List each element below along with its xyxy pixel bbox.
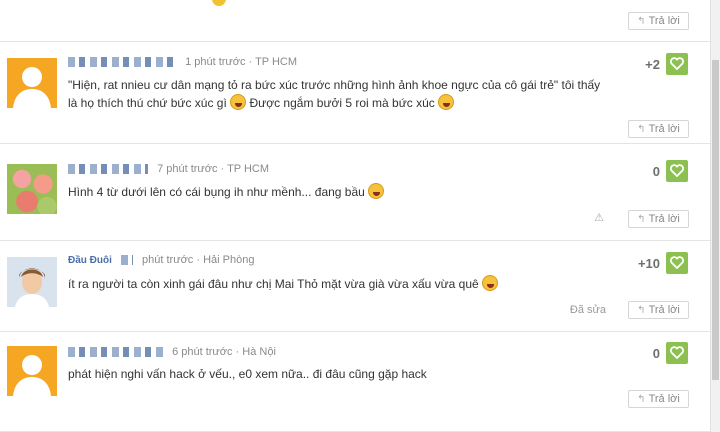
reply-button[interactable]: ↰ Trả lời [628, 12, 689, 30]
comment-meta: Đầu Đuôi phút trước · Hải Phòng [68, 254, 255, 266]
comment-item: 7 phút trước · TP HCM Hình 4 từ dưới lên… [0, 144, 710, 241]
reply-icon: ↰ [637, 123, 646, 135]
edited-label: Đã sửa [569, 304, 606, 316]
vote-score: 0 [652, 346, 660, 361]
commenter-name[interactable] [68, 164, 148, 175]
like-button[interactable] [666, 160, 688, 182]
scrollbar-thumb[interactable] [712, 60, 719, 380]
name-blur [120, 255, 133, 266]
reply-button[interactable]: ↰ Trả lời [628, 120, 689, 138]
heart-icon [670, 256, 684, 269]
report-warning-icon[interactable]: ⚠ [594, 211, 604, 224]
reply-button[interactable]: ↰ Trả lời [628, 301, 689, 319]
heart-icon [670, 164, 684, 177]
comment-location: TP HCM [227, 163, 270, 175]
comment-text: Hình 4 từ dưới lên có cái bụng ih như mề… [68, 183, 608, 201]
reply-icon: ↰ [637, 213, 646, 225]
comment-time: 7 phút trước [157, 163, 218, 175]
comment-meta: 7 phút trước · TP HCM [68, 163, 269, 175]
heart-icon [670, 57, 684, 70]
avatar[interactable] [7, 58, 57, 108]
laughing-emoji-icon [230, 94, 247, 110]
default-user-icon [13, 67, 51, 108]
comment-meta: 6 phút trước · Hà Nội [68, 346, 276, 358]
comment-item: Đầu Đuôi phút trước · Hải Phòng ít ra ng… [0, 241, 710, 332]
comment-location: Hải Phòng [203, 254, 255, 266]
reply-button[interactable]: ↰ Trả lời [628, 210, 689, 228]
comment-location: TP HCM [255, 56, 298, 68]
avatar[interactable] [7, 257, 57, 307]
vote-score: +2 [645, 57, 660, 72]
reply-button[interactable]: ↰ Trả lời [628, 390, 689, 408]
reply-icon: ↰ [637, 393, 646, 405]
laughing-emoji-icon [438, 94, 455, 110]
comment-text: phát hiện nghi vấn hack ở vếu., e0 xem n… [68, 367, 427, 381]
reply-icon: ↰ [637, 304, 646, 316]
reply-icon: ↰ [637, 15, 646, 27]
comment-location: Hà Nội [242, 346, 276, 358]
comment-time: phút trước [142, 254, 194, 266]
comment-text: "Hiện, rat nnieu cư dân mạng tỏ ra bức x… [68, 78, 601, 110]
comment-item: 6 phút trước · Hà Nội phát hiện nghi vấn… [0, 332, 710, 432]
vote-score: +10 [637, 256, 660, 271]
vote-score: 0 [652, 164, 660, 179]
grinning-emoji-icon [368, 183, 385, 199]
comment-time: 6 phút trước [172, 346, 233, 358]
previous-comment-tail: ↰ Trả lời [0, 0, 710, 42]
like-button[interactable] [666, 53, 688, 75]
tongue-emoji-icon [482, 275, 499, 291]
comment-time: 1 phút trước [185, 56, 246, 68]
commenter-name[interactable]: Đầu Đuôi [68, 255, 112, 266]
avatar[interactable] [7, 164, 57, 214]
comment-meta: 1 phút trước · TP HCM [68, 56, 297, 68]
avatar[interactable] [7, 346, 57, 396]
emoji-icon [212, 0, 226, 6]
commenter-name[interactable] [68, 347, 163, 358]
like-button[interactable] [666, 342, 688, 364]
user-photo-icon [7, 257, 57, 307]
heart-icon [670, 346, 684, 359]
scrollbar[interactable] [710, 0, 720, 432]
like-button[interactable] [666, 252, 688, 274]
comment-item: 1 phút trước · TP HCM "Hiện, rat nnieu c… [0, 42, 710, 144]
comment-text: ít ra người ta còn xinh gái đâu như chị … [68, 275, 608, 293]
commenter-name[interactable] [68, 57, 176, 68]
default-user-icon [13, 355, 51, 396]
